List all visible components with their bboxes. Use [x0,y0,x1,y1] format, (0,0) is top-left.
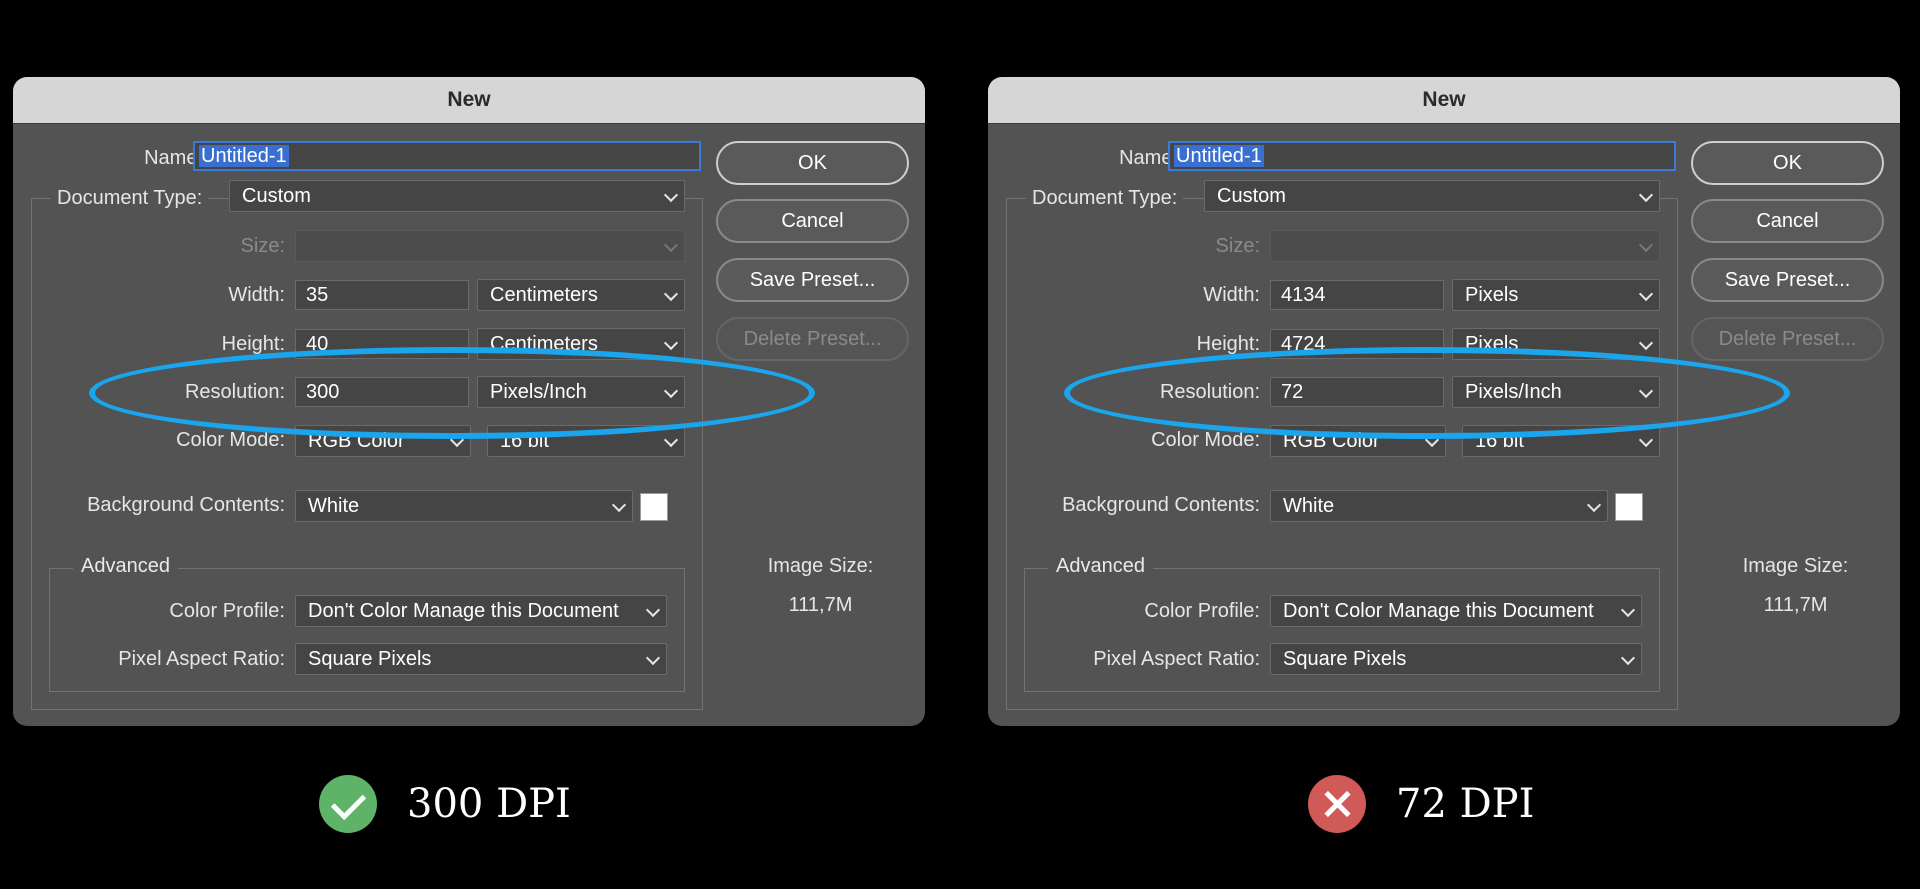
document-type-select[interactable]: Custom [1204,180,1660,212]
chevron-down-icon [663,187,679,203]
advanced-label: Advanced [1048,555,1153,578]
chevron-down-icon [645,650,661,666]
color-profile-value: Don't Color Manage this Document [308,600,619,622]
width-input[interactable]: 4134 [1270,280,1444,310]
color-profile-label: Color Profile: [1144,600,1260,622]
size-label: Size: [240,235,285,257]
dialog-title: New [988,77,1900,124]
name-input[interactable]: Untitled-1 [1168,141,1676,171]
color-profile-select[interactable]: Don't Color Manage this Document [295,595,667,627]
chevron-down-icon [1638,187,1654,203]
pixel-aspect-ratio-select[interactable]: Square Pixels [295,643,667,675]
image-size-value: 111,7M [788,594,853,616]
document-type-label: Document Type: [1026,183,1184,213]
size-label: Size: [1215,235,1260,257]
size-select [295,230,685,262]
image-size-value: 111,7M [1763,594,1828,616]
resolution-highlight-ellipse [1064,347,1790,439]
background-contents-value: White [308,495,360,517]
color-profile-value: Don't Color Manage this Document [1283,600,1594,622]
chevron-down-icon [1620,650,1636,666]
background-contents-label: Background Contents: [1062,494,1260,516]
good-caption: 300 DPI [319,775,571,833]
background-contents-select[interactable]: White [1270,490,1608,522]
chevron-down-icon [663,286,679,302]
chevron-down-icon [1586,497,1602,513]
background-contents-select[interactable]: White [295,490,633,522]
name-label: Name: [144,147,203,169]
name-input-value: Untitled-1 [199,145,289,167]
width-unit-select[interactable]: Centimeters [477,279,685,311]
chevron-down-icon [1638,237,1654,253]
cancel-button[interactable]: Cancel [1691,199,1884,243]
save-preset-button[interactable]: Save Preset... [1691,258,1884,302]
width-unit-value: Centimeters [490,284,598,306]
color-profile-select[interactable]: Don't Color Manage this Document [1270,595,1642,627]
size-select [1270,230,1660,262]
background-contents-value: White [1283,495,1335,517]
background-color-swatch[interactable] [1615,493,1643,521]
document-type-value: Custom [242,185,311,207]
document-type-value: Custom [1217,185,1286,207]
new-document-dialog: New Name: Untitled-1 Document Type: Cust… [13,77,925,726]
image-size-label: Image Size: [767,555,874,577]
dialog-title: New [13,77,925,124]
x-icon [1308,775,1366,833]
width-label: Width: [1203,284,1260,306]
chevron-down-icon [1638,286,1654,302]
pixel-aspect-ratio-label: Pixel Aspect Ratio: [118,648,285,670]
delete-preset-button: Delete Preset... [716,317,909,361]
chevron-down-icon [1638,335,1654,351]
image-size-label: Image Size: [1742,555,1849,577]
width-unit-select[interactable]: Pixels [1452,279,1660,311]
name-label: Name: [1119,147,1178,169]
pixel-aspect-ratio-value: Square Pixels [1283,648,1407,670]
background-color-swatch[interactable] [640,493,668,521]
pixel-aspect-ratio-label: Pixel Aspect Ratio: [1093,648,1260,670]
bad-caption: 72 DPI [1308,775,1534,833]
chevron-down-icon [611,497,627,513]
save-preset-button[interactable]: Save Preset... [716,258,909,302]
check-icon [319,775,377,833]
chevron-down-icon [663,432,679,448]
width-unit-value: Pixels [1465,284,1519,306]
document-type-select[interactable]: Custom [229,180,685,212]
chevron-down-icon [1620,602,1636,618]
width-input[interactable]: 35 [295,280,469,310]
delete-preset-button: Delete Preset... [1691,317,1884,361]
cancel-button[interactable]: Cancel [716,199,909,243]
advanced-label: Advanced [73,555,178,578]
width-label: Width: [228,284,285,306]
good-caption-text: 300 DPI [407,781,571,827]
ok-button[interactable]: OK [716,141,909,185]
background-contents-label: Background Contents: [87,494,285,516]
pixel-aspect-ratio-select[interactable]: Square Pixels [1270,643,1642,675]
name-input[interactable]: Untitled-1 [193,141,701,171]
bad-caption-text: 72 DPI [1396,781,1535,827]
pixel-aspect-ratio-value: Square Pixels [308,648,432,670]
chevron-down-icon [1638,432,1654,448]
chevron-down-icon [663,237,679,253]
resolution-highlight-ellipse [89,347,815,439]
name-input-value: Untitled-1 [1174,145,1264,167]
color-profile-label: Color Profile: [169,600,285,622]
ok-button[interactable]: OK [1691,141,1884,185]
document-type-label: Document Type: [51,183,209,213]
new-document-dialog: New Name: Untitled-1 Document Type: Cust… [988,77,1900,726]
chevron-down-icon [663,335,679,351]
chevron-down-icon [645,602,661,618]
